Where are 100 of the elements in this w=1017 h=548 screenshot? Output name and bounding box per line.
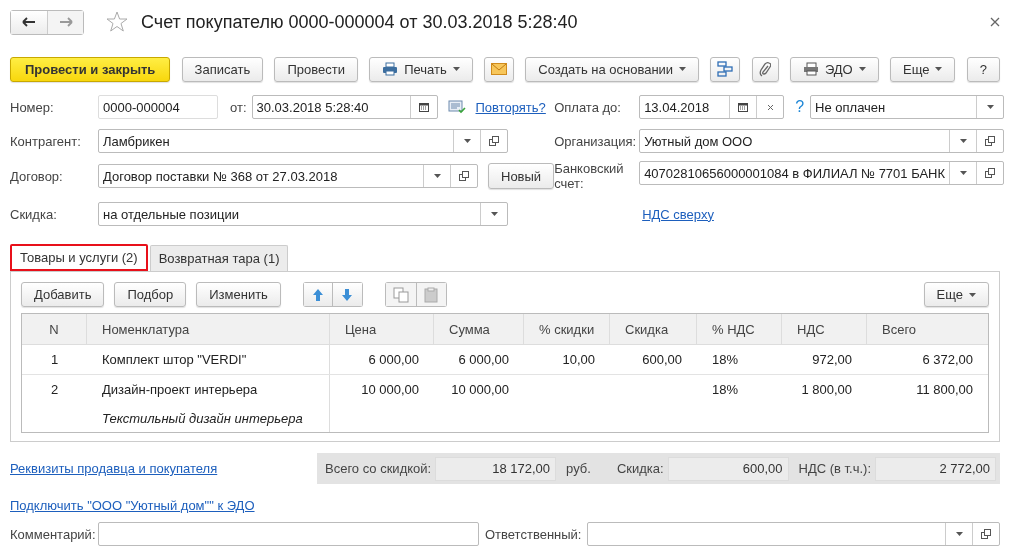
table-cell-text: 6 000,00	[457, 351, 510, 369]
caret-icon	[959, 139, 967, 143]
window-title: Счет покупателю 0000-000004 от 30.03.2018 5:28:40	[141, 11, 579, 33]
caret-icon	[433, 174, 441, 178]
structure-icon	[717, 61, 734, 77]
field-label: Комментарий:	[10, 526, 97, 542]
table-cell-text: 2	[49, 381, 60, 399]
caret-icon	[679, 67, 687, 71]
toolbar-button[interactable]: Изменить	[196, 282, 281, 307]
column-header[interactable]: Цена	[330, 314, 434, 344]
toolbar-button[interactable]: Подбор	[114, 282, 187, 307]
menu-button[interactable]: Еще	[923, 282, 989, 307]
star-icon[interactable]	[106, 11, 128, 33]
caret-icon	[986, 105, 994, 109]
column-header[interactable]: Номенклатура	[87, 314, 330, 344]
calendar-icon	[418, 102, 429, 112]
edo-menu-button[interactable]: ЭДО	[789, 56, 879, 82]
total-value: 18 172,00	[435, 456, 557, 481]
column-header[interactable]: % скидки	[524, 314, 610, 344]
column-header[interactable]: НДС	[782, 314, 867, 344]
table-cell-text: 600,00	[641, 351, 683, 369]
counterparty-field[interactable]: Ламбрикен	[98, 129, 508, 153]
field-label: Номер:	[10, 99, 55, 115]
tab[interactable]: Возвратная тара (1)	[149, 245, 289, 271]
back-button[interactable]	[11, 10, 47, 34]
caret-icon	[463, 139, 471, 143]
help-link[interactable]: ?	[795, 98, 805, 116]
open-window-icon	[985, 168, 996, 178]
organization-field[interactable]: Уютный дом ООО	[639, 129, 1005, 153]
clipboard-icon	[424, 286, 439, 303]
close-icon[interactable]	[990, 17, 1000, 27]
printer-icon	[382, 62, 399, 76]
back-arrow-icon	[22, 17, 36, 27]
table-cell-text: 6 372,00	[921, 351, 974, 369]
discount-field[interactable]: на отдельные позиции	[98, 202, 508, 226]
table-cell-text: 18%	[711, 381, 740, 399]
repeat-link[interactable]: Повторять?	[475, 99, 546, 115]
move-down-button[interactable]	[332, 282, 363, 307]
column-header[interactable]: Сумма	[434, 314, 524, 344]
caret-icon	[959, 171, 967, 175]
comment-field[interactable]	[98, 522, 479, 546]
total-label: Всего со скидкой:	[325, 461, 432, 476]
due-date-field[interactable]: 13.04.2018	[639, 95, 785, 119]
caret-icon	[969, 292, 976, 297]
toolbar-button[interactable]: Провести	[274, 56, 358, 82]
column-header[interactable]: N	[22, 314, 87, 344]
caret-icon	[858, 67, 866, 71]
total-value: 2 772,00	[875, 456, 996, 481]
payment-status-field[interactable]: Не оплачен	[810, 95, 1005, 119]
column-header[interactable]: Скидка	[610, 314, 697, 344]
open-window-icon	[489, 136, 499, 146]
table-cell: Дизайн-проект интерьера	[87, 375, 330, 404]
attach-button[interactable]	[751, 56, 779, 82]
total-label: НДС (в т.ч.):	[798, 461, 872, 476]
toolbar-button[interactable]: ?	[966, 56, 1000, 82]
menu-button[interactable]: Еще	[889, 56, 956, 82]
field-label: Контрагент:	[10, 133, 82, 149]
column-header[interactable]: % НДС	[697, 314, 782, 344]
toolbar-button[interactable]: Добавить	[21, 282, 105, 307]
toolbar-button[interactable]: Записать	[181, 56, 264, 82]
contract-field[interactable]: Договор поставки № 368 от 27.03.2018	[98, 164, 478, 188]
table-cell: Комплект штор "VERDI"	[87, 345, 330, 374]
tab[interactable]: Товары и услуги (2)	[10, 244, 148, 271]
structure-button[interactable]	[710, 56, 741, 82]
table-cell-text: 10 000,00	[360, 381, 420, 399]
item-note: Текстильный дизайн интерьера	[87, 404, 330, 432]
post-and-close-button[interactable]: Провести и закрыть	[10, 56, 171, 82]
forward-arrow-icon	[58, 17, 73, 27]
paperclip-icon	[759, 61, 772, 77]
field-label: Договор:	[10, 168, 64, 184]
move-up-button[interactable]	[302, 282, 333, 307]
date-field[interactable]: 30.03.2018 5:28:40	[251, 95, 438, 119]
bank-account-field[interactable]: 40702810656000001084 в ФИЛИАЛ № 7701 БАНК	[639, 161, 1005, 185]
caret-icon	[935, 67, 943, 71]
field-label: Организация:	[554, 133, 638, 149]
checked-document-icon	[447, 100, 466, 114]
caret-icon	[955, 532, 963, 536]
down-arrow-icon	[341, 287, 354, 302]
table-cell-text: 18%	[711, 351, 740, 369]
number-field[interactable]: 0000-000004	[98, 95, 218, 119]
currency-label: руб.	[566, 461, 591, 476]
responsible-field[interactable]	[587, 522, 1000, 546]
total-value: 600,00	[667, 456, 789, 481]
table-cell-text: 10,00	[561, 351, 596, 369]
field-label: Скидка:	[10, 206, 58, 222]
table-cell-text: 10 000,00	[450, 381, 510, 399]
copy-icon	[392, 286, 409, 303]
seller-buyer-link[interactable]: Реквизиты продавца и покупателя	[10, 461, 218, 476]
vat-link[interactable]: НДС сверху	[642, 206, 714, 222]
field-label: Банковский счет:	[554, 161, 625, 191]
menu-button[interactable]: Создать на основании	[525, 56, 700, 82]
table-cell-text: 1	[49, 351, 60, 369]
email-button[interactable]	[484, 56, 514, 82]
edo-connect-link[interactable]: Подключить "ООО "Уютный дом"" к ЭДО	[10, 497, 255, 513]
new-button[interactable]: Новый	[488, 163, 555, 189]
column-header[interactable]: Всего	[867, 314, 988, 344]
open-window-icon	[981, 529, 991, 539]
print-menu-button[interactable]: Печать	[369, 56, 473, 82]
field-label: Оплата до:	[554, 99, 622, 115]
calendar-icon	[738, 102, 749, 112]
